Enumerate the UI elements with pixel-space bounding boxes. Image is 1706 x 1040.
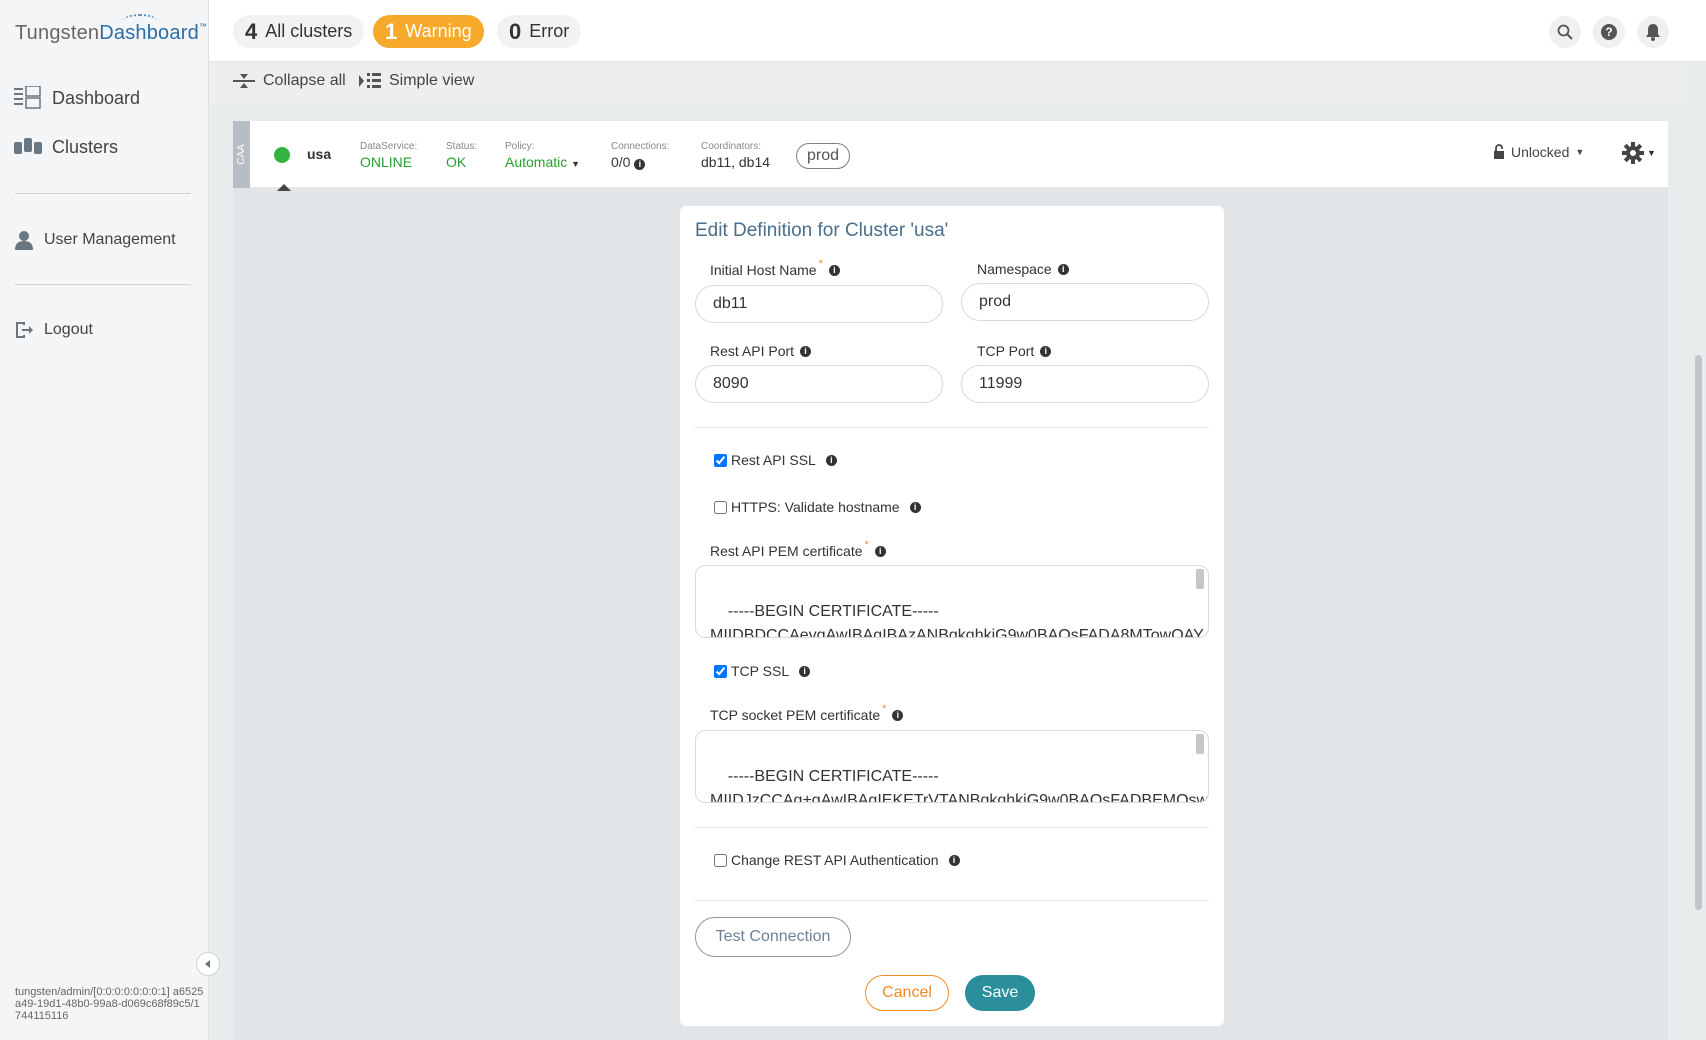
collapse-all-button[interactable]: Collapse all — [233, 72, 346, 90]
rest-pem-textarea[interactable]: -----BEGIN CERTIFICATE----- MIIDBDCCAeyg… — [695, 565, 1209, 638]
divider — [695, 827, 1209, 828]
bell-icon — [1646, 24, 1660, 41]
unlock-icon — [1494, 144, 1504, 159]
status-indicator — [274, 147, 290, 163]
sidebar-item-label: Clusters — [52, 136, 119, 157]
namespace-label: Namespace i — [977, 261, 1069, 277]
cluster-name: usa — [307, 146, 332, 162]
filter-warning[interactable]: 1 Warning — [373, 15, 484, 48]
rest-api-ssl-input[interactable] — [714, 453, 727, 467]
info-icon[interactable]: i — [909, 501, 921, 513]
info-icon[interactable]: i — [874, 545, 886, 557]
divider — [15, 193, 191, 194]
sidebar-item-clusters[interactable]: Clusters — [14, 136, 118, 158]
test-connection-button[interactable]: Test Connection — [695, 917, 851, 957]
simple-view-button[interactable]: Simple view — [359, 72, 474, 90]
info-icon[interactable]: i — [1057, 263, 1069, 275]
lock-dropdown[interactable]: Unlocked ▼ — [1493, 144, 1584, 160]
connections-field: Connections: 0/0 i — [611, 141, 670, 170]
info-icon[interactable]: i — [828, 264, 840, 276]
simple-view-icon — [359, 73, 381, 88]
logout-icon — [16, 322, 33, 338]
brand-logo: TungstenDashboard™ — [15, 14, 207, 45]
info-icon[interactable]: i — [800, 345, 812, 357]
caret-down-icon: ▼ — [1647, 148, 1656, 158]
cluster-type-badge: CAA — [233, 121, 250, 188]
caret-down-icon: ▼ — [1575, 147, 1585, 157]
tcp-pem-textarea[interactable]: -----BEGIN CERTIFICATE----- MIIDJzCCAg+g… — [695, 730, 1209, 803]
sidebar-item-user-management[interactable]: User Management — [14, 230, 176, 250]
change-auth-checkbox[interactable]: Change REST API Authentication i — [714, 852, 960, 868]
caret-down-icon: ▼ — [571, 159, 581, 169]
status-field: Status: OK — [446, 141, 478, 170]
rest-api-ssl-checkbox[interactable]: Rest API SSL i — [714, 452, 837, 468]
chevron-left-icon — [205, 960, 210, 968]
session-info: tungsten/admin/[0:0:0:0:0:0:0:1] a6525a4… — [15, 986, 204, 1022]
sidebar-item-label: Logout — [44, 321, 93, 338]
https-validate-checkbox[interactable]: HTTPS: Validate hostname i — [714, 499, 921, 515]
sidebar-item-label: Dashboard — [52, 87, 141, 108]
divider — [695, 427, 1209, 428]
sidebar-item-dashboard[interactable]: Dashboard — [14, 86, 140, 110]
scrollbar[interactable] — [1196, 569, 1204, 589]
toolbar: Collapse all Simple view — [209, 62, 1689, 104]
clusters-icon — [14, 138, 42, 154]
info-icon[interactable]: i — [799, 665, 811, 677]
info-icon[interactable]: i — [825, 454, 837, 466]
dashboard-icon — [14, 86, 41, 109]
collapse-cluster-arrow-icon[interactable] — [274, 180, 294, 196]
info-icon[interactable]: i — [948, 854, 960, 866]
user-icon — [15, 231, 33, 250]
namespace-input[interactable]: prod — [961, 283, 1209, 321]
sidebar-collapse-button[interactable] — [196, 952, 220, 976]
sidebar-item-logout[interactable]: Logout — [14, 320, 93, 340]
page-scrollbar[interactable] — [1695, 355, 1702, 910]
cluster-row[interactable]: CAA usa DataService: ONLINE Status: OK P… — [233, 121, 1668, 188]
tcp-ssl-checkbox[interactable]: TCP SSL i — [714, 663, 811, 679]
tcp-pem-label: TCP socket PEM certificate * i — [710, 703, 904, 723]
rest-port-label: Rest API Port i — [710, 343, 812, 359]
coordinators-field: Coordinators: db11, db14 — [701, 141, 771, 170]
tcp-ssl-input[interactable] — [714, 664, 727, 678]
rest-pem-label: Rest API PEM certificate * i — [710, 539, 886, 559]
namespace-tag: prod — [796, 143, 851, 169]
tcp-port-label: TCP Port i — [977, 343, 1052, 359]
change-auth-input[interactable] — [714, 853, 727, 867]
dataservice-field: DataService: ONLINE — [360, 141, 418, 170]
rest-port-input[interactable]: 8090 — [695, 365, 943, 403]
save-button[interactable]: Save — [965, 975, 1035, 1011]
policy-field[interactable]: Policy: Automatic ▼ — [505, 141, 580, 170]
scrollbar[interactable] — [1196, 734, 1204, 754]
search-icon — [1557, 24, 1573, 40]
divider — [695, 900, 1209, 901]
tcp-port-input[interactable]: 11999 — [961, 365, 1209, 403]
search-button[interactable] — [1549, 16, 1581, 48]
info-icon[interactable]: i — [634, 158, 646, 170]
sidebar: TungstenDashboard™ Dashboard Clusters Us… — [0, 0, 209, 1040]
svg-text:?: ? — [1605, 25, 1612, 39]
help-icon: ? — [1601, 24, 1617, 40]
filter-error[interactable]: 0 Error — [497, 15, 582, 48]
top-bar: 4 All clusters 1 Warning 0 Error ? — [209, 0, 1706, 62]
collapse-icon — [233, 74, 255, 88]
sidebar-item-label: User Management — [44, 231, 176, 248]
filter-all-clusters[interactable]: 4 All clusters — [233, 15, 365, 48]
initial-host-label: Initial Host Name * i — [710, 258, 840, 278]
gear-icon — [1622, 142, 1644, 164]
initial-host-input[interactable]: db11 — [695, 285, 943, 323]
cancel-button[interactable]: Cancel — [865, 975, 949, 1011]
info-icon[interactable]: i — [1040, 345, 1052, 357]
help-button[interactable]: ? — [1593, 16, 1625, 48]
divider — [15, 284, 191, 285]
cluster-settings-dropdown[interactable]: ▼ — [1621, 141, 1656, 165]
notifications-button[interactable] — [1637, 16, 1669, 48]
edit-cluster-form: Edit Definition for Cluster 'usa' Initia… — [680, 206, 1224, 1026]
form-title: Edit Definition for Cluster 'usa' — [695, 220, 949, 241]
https-validate-input[interactable] — [714, 500, 727, 514]
info-icon[interactable]: i — [892, 709, 904, 721]
